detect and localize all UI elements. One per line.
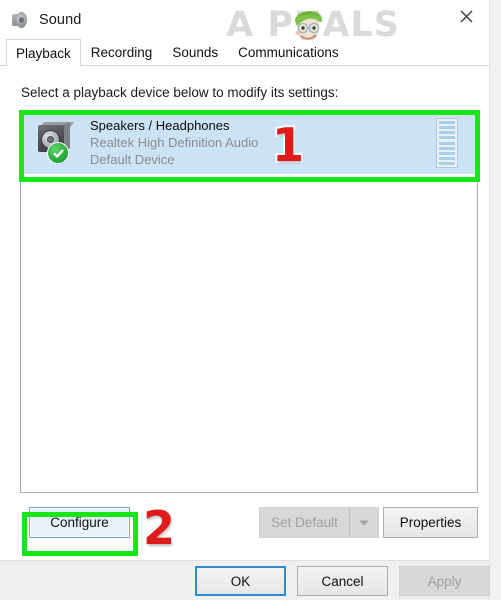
- title-bar: Sound: [0, 0, 489, 40]
- set-default-split-button[interactable]: Set Default: [259, 507, 379, 538]
- device-text-block: Speakers / Headphones Realtek High Defin…: [90, 118, 258, 168]
- speaker-device-icon: [34, 121, 76, 165]
- speaker-icon: [9, 10, 29, 30]
- dialog-footer: OK Cancel Apply: [0, 560, 490, 600]
- tab-sounds[interactable]: Sounds: [162, 39, 228, 65]
- tab-strip: Playback Recording Sounds Communications: [0, 39, 489, 66]
- tab-playback[interactable]: Playback: [6, 39, 81, 66]
- playback-device-list[interactable]: Speakers / Headphones Realtek High Defin…: [20, 110, 478, 493]
- device-status: Default Device: [90, 152, 175, 167]
- sound-control-panel-window: Sound A PUALS Playback Recording Sounds: [0, 0, 501, 600]
- volume-level-meter: [436, 118, 458, 168]
- tab-communications[interactable]: Communications: [228, 39, 349, 65]
- device-action-buttons: Configure Set Default Properties: [0, 503, 489, 543]
- cancel-button[interactable]: Cancel: [297, 566, 388, 596]
- configure-button[interactable]: Configure: [29, 507, 130, 538]
- list-item[interactable]: Speakers / Headphones Realtek High Defin…: [22, 112, 477, 174]
- playback-tab-panel: Select a playback device below to modify…: [0, 66, 489, 560]
- set-default-button[interactable]: Set Default: [260, 508, 349, 537]
- default-device-check-icon: [47, 142, 69, 164]
- apply-button[interactable]: Apply: [399, 566, 490, 596]
- tab-recording[interactable]: Recording: [81, 39, 163, 65]
- ok-button[interactable]: OK: [195, 566, 286, 596]
- device-driver: Realtek High Definition Audio: [90, 135, 259, 150]
- device-name: Speakers / Headphones: [90, 118, 230, 133]
- close-icon[interactable]: [443, 0, 489, 32]
- window-right-edge: [489, 0, 501, 600]
- chevron-down-icon[interactable]: [349, 508, 378, 537]
- window-title: Sound: [39, 12, 82, 28]
- panel-prompt: Select a playback device below to modify…: [21, 85, 339, 100]
- properties-button[interactable]: Properties: [383, 507, 478, 538]
